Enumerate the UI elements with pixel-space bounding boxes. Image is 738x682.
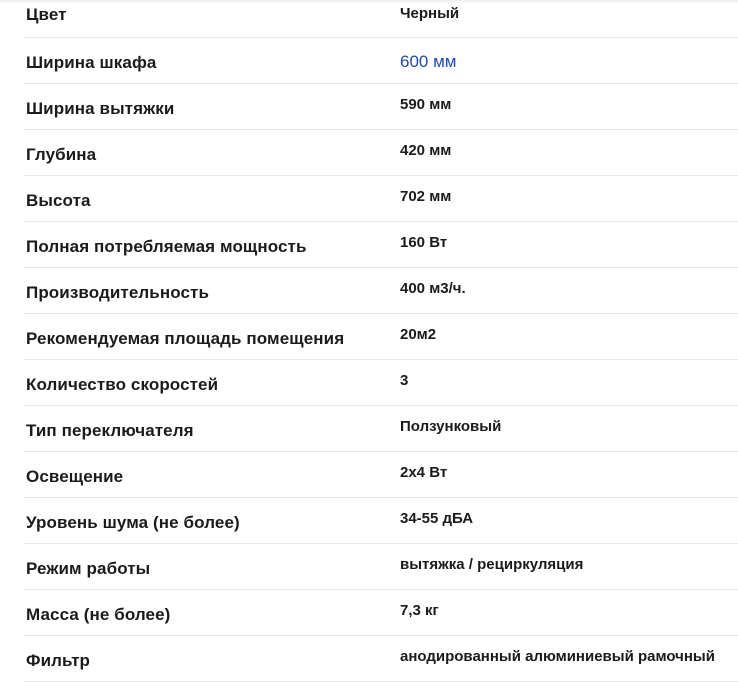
spec-value: 2х4 Вт <box>400 464 448 481</box>
spec-label: Цвет <box>26 5 67 24</box>
spec-row-switch-type: Тип переключателя Ползунковый <box>24 406 738 452</box>
spec-value: 702 мм <box>400 188 452 205</box>
spec-value: 590 мм <box>400 96 452 113</box>
spec-row-power: Полная потребляемая мощность 160 Вт <box>24 222 738 268</box>
spec-label: Производительность <box>26 283 210 302</box>
spec-value: 7,3 кг <box>400 602 439 619</box>
spec-label: Режим работы <box>26 559 151 578</box>
spec-row-depth: Глубина 420 мм <box>24 130 738 176</box>
cabinet-width-link[interactable]: 600 мм <box>400 52 456 72</box>
spec-row-lighting: Освещение 2х4 Вт <box>24 452 738 498</box>
spec-label: Ширина вытяжки <box>26 99 175 118</box>
spec-row-filter: Фильтр анодированный алюминиевый рамочны… <box>24 636 738 682</box>
spec-label: Тип переключателя <box>26 421 194 440</box>
spec-label: Освещение <box>26 467 124 486</box>
spec-value: вытяжка / рециркуляция <box>400 556 584 573</box>
spec-value: 420 мм <box>400 142 452 159</box>
spec-label: Глубина <box>26 145 97 164</box>
spec-row-height: Высота 702 мм <box>24 176 738 222</box>
spec-value: 400 м3/ч. <box>400 280 466 297</box>
spec-label: Рекомендуемая площадь помещения <box>26 329 345 348</box>
spec-row-color: Цвет Черный <box>24 0 738 38</box>
spec-value: Ползунковый <box>400 418 502 435</box>
spec-row-weight: Масса (не более) 7,3 кг <box>24 590 738 636</box>
spec-row-cabinet-width: Ширина шкафа 600 мм <box>24 38 738 84</box>
spec-value: Черный <box>400 5 460 22</box>
spec-value: 34-55 дБА <box>400 510 474 527</box>
spec-label: Масса (не более) <box>26 605 171 624</box>
spec-label: Высота <box>26 191 91 210</box>
spec-row-speeds: Количество скоростей 3 <box>24 360 738 406</box>
spec-label: Ширина шкафа <box>26 53 157 72</box>
spec-label: Уровень шума (не более) <box>26 513 240 532</box>
spec-value: 20м2 <box>400 326 437 343</box>
spec-value: 160 Вт <box>400 234 448 251</box>
spec-row-hood-width: Ширина вытяжки 590 мм <box>24 84 738 130</box>
spec-value: 3 <box>400 372 409 389</box>
spec-row-performance: Производительность 400 м3/ч. <box>24 268 738 314</box>
spec-label: Фильтр <box>26 651 91 670</box>
spec-label: Количество скоростей <box>26 375 219 394</box>
specifications-table: Цвет Черный Ширина шкафа 600 мм Ширина в… <box>0 0 738 682</box>
spec-row-room-area: Рекомендуемая площадь помещения 20м2 <box>24 314 738 360</box>
spec-label: Полная потребляемая мощность <box>26 237 307 256</box>
spec-value: анодированный алюминиевый рамочный <box>400 648 715 665</box>
spec-row-noise: Уровень шума (не более) 34-55 дБА <box>24 498 738 544</box>
spec-row-mode: Режим работы вытяжка / рециркуляция <box>24 544 738 590</box>
